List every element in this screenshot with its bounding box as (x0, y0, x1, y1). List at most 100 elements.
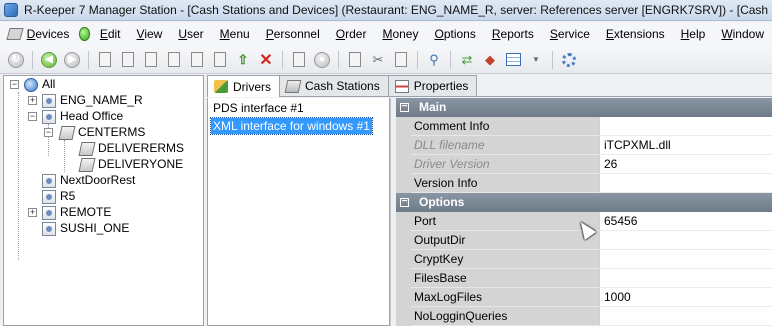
cash-station-icon (284, 79, 302, 93)
copy-button[interactable] (345, 50, 365, 70)
back-button[interactable]: ◀ (39, 50, 59, 70)
tree-collapse-toggle[interactable]: − (28, 112, 37, 121)
property-value[interactable]: 65456 (599, 212, 772, 231)
edit-record-button[interactable] (141, 50, 161, 70)
grid-view-dropdown[interactable]: ▼ (526, 50, 546, 70)
tab-label: Properties (413, 79, 469, 93)
category-title: Main (419, 100, 447, 114)
menu-user[interactable]: User (170, 24, 211, 44)
property-grid: − Main Comment Info DLL filename iTCPXML… (396, 98, 772, 326)
collapse-icon[interactable]: − (400, 197, 409, 207)
menu-help[interactable]: Help (673, 24, 714, 44)
property-row[interactable]: CryptKey (396, 250, 772, 269)
menu-window[interactable]: Window (713, 24, 772, 44)
menu-menu[interactable]: Menu (212, 24, 258, 44)
tree-node-label: DELIVERYONE (98, 157, 184, 171)
tab-cash-stations[interactable]: Cash Stations (279, 75, 389, 96)
tree-expand-toggle[interactable]: + (28, 96, 37, 105)
tree-node-deliveryone[interactable]: DELIVERYONE (78, 156, 184, 172)
tree-node-sushi-one[interactable]: SUSHI_ONE (42, 220, 129, 236)
restaurant-icon (42, 93, 56, 108)
refresh-button[interactable]: ↻ (6, 50, 26, 70)
restaurant-icon (42, 173, 56, 188)
tree-expand-toggle[interactable]: + (28, 208, 37, 217)
tree-node-label: SUSHI_ONE (60, 221, 130, 235)
menu-reports[interactable]: Reports (484, 24, 542, 44)
property-value[interactable] (599, 250, 772, 269)
property-row[interactable]: Version Info (396, 174, 772, 193)
menu-edit[interactable]: Edit (92, 24, 129, 44)
category-main[interactable]: − Main (396, 98, 772, 117)
move-button[interactable] (187, 50, 207, 70)
property-value[interactable] (599, 307, 772, 326)
menu-money[interactable]: Money (374, 24, 426, 44)
filter-button[interactable]: ⇄ (457, 50, 477, 70)
tree-node-label: DELIVERERMS (98, 141, 185, 155)
menu-options[interactable]: Options (426, 24, 483, 44)
property-value[interactable]: iTCPXML.dll (599, 136, 772, 155)
tree-node-head-office[interactable]: Head Office (42, 108, 123, 124)
category-options[interactable]: − Options (396, 193, 772, 212)
search-button[interactable]: ⚲ (424, 50, 444, 70)
grid-view-button[interactable] (503, 50, 523, 70)
export-button[interactable]: ⇧ (233, 50, 253, 70)
devices-menu-icon (6, 26, 19, 42)
menu-personnel[interactable]: Personnel (258, 24, 328, 44)
tab-drivers[interactable]: Drivers (207, 75, 280, 97)
collapse-icon[interactable]: − (400, 102, 409, 112)
tab-strip: Drivers Cash Stations Properties (207, 75, 772, 97)
property-name: NoLogginQueries (411, 307, 599, 326)
tree-node-label: R5 (60, 189, 76, 203)
property-name: Version Info (411, 174, 599, 193)
tree-collapse-toggle[interactable]: − (10, 80, 19, 89)
paste-button[interactable] (391, 50, 411, 70)
menu-extensions[interactable]: Extensions (598, 24, 673, 44)
tree-node-eng-name-r[interactable]: ENG_NAME_R (42, 92, 143, 108)
print-button[interactable] (164, 50, 184, 70)
toolbar-separator (552, 50, 553, 69)
cut-button[interactable]: ✂ (368, 50, 388, 70)
settings-button[interactable] (559, 50, 579, 70)
list-item[interactable]: XML interface for windows #1 (210, 117, 373, 135)
menu-devices[interactable]: Devices (19, 24, 78, 44)
tree-node-delivererms[interactable]: DELIVERERMS (78, 140, 185, 156)
save-button[interactable] (289, 50, 309, 70)
property-value[interactable] (599, 269, 772, 288)
restaurant-icon (42, 205, 56, 220)
list-item[interactable]: PDS interface #1 (211, 100, 306, 116)
property-row[interactable]: FilesBase (396, 269, 772, 288)
property-value[interactable]: 1000 (599, 288, 772, 307)
tools-button[interactable]: ◆ (480, 50, 500, 70)
tree-node-centerms[interactable]: CENTERMS (58, 124, 146, 140)
menu-view[interactable]: View (129, 24, 171, 44)
new-document-button[interactable] (95, 50, 115, 70)
delete-button[interactable]: ✕ (256, 50, 276, 70)
tree-node-all[interactable]: All (24, 76, 55, 92)
properties-icon (394, 79, 409, 93)
cash-server-icon (58, 125, 76, 140)
property-row[interactable]: Comment Info (396, 117, 772, 136)
tree-node-remote[interactable]: REMOTE (42, 204, 111, 220)
tree-node-r5[interactable]: R5 (42, 188, 75, 204)
property-value[interactable] (599, 117, 772, 136)
property-value[interactable] (599, 231, 772, 250)
property-value[interactable]: 26 (599, 155, 772, 174)
property-row[interactable]: DLL filename iTCPXML.dll (396, 136, 772, 155)
toolbar-separator (32, 50, 33, 69)
tree-node-label: CENTERMS (78, 125, 146, 139)
tree-node-nextdoorrest[interactable]: NextDoorRest (42, 172, 135, 188)
forward-button[interactable]: ▶ (62, 50, 82, 70)
tab-properties[interactable]: Properties (387, 75, 478, 96)
tree-collapse-toggle[interactable]: − (44, 128, 53, 137)
property-row[interactable]: NoLogginQueries (396, 307, 772, 326)
globe-icon (24, 77, 38, 92)
link-button[interactable] (210, 50, 230, 70)
menu-order[interactable]: Order (328, 24, 375, 44)
copy-record-button[interactable] (118, 50, 138, 70)
cancel-button[interactable]: ● (312, 50, 332, 70)
property-value[interactable] (599, 174, 772, 193)
property-row[interactable]: Driver Version 26 (396, 155, 772, 174)
property-row[interactable]: MaxLogFiles 1000 (396, 288, 772, 307)
toolbar-separator (450, 50, 451, 69)
menu-service[interactable]: Service (542, 24, 598, 44)
